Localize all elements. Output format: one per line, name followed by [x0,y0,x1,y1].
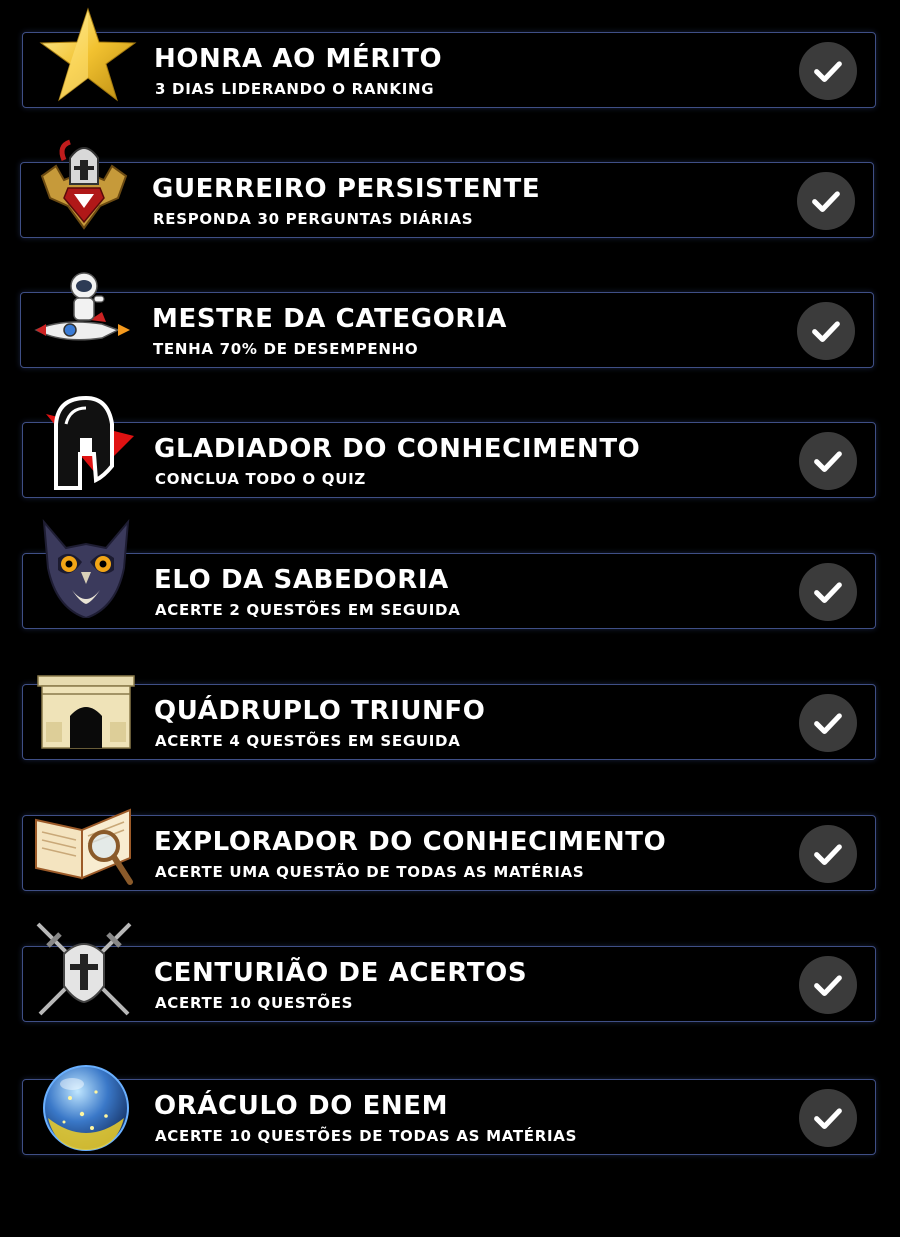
crystal-ball-icon [36,1058,136,1158]
completed-check-button[interactable] [799,825,857,883]
owl-icon [36,518,136,618]
achievement-title: GLADIADOR DO CONHECIMENTO [154,434,641,464]
achievement-title: CENTURIÃO DE ACERTOS [154,958,528,988]
achievement-title: QUÁDRUPLO TRIUNFO [154,696,486,726]
achievement-card-explorador-do-conhecimento[interactable]: EXPLORADOR DO CONHECIMENTO ACERTE UMA QU… [22,815,876,891]
achievement-subtitle: ACERTE UMA QUESTÃO DE TODAS AS MATÉRIAS [155,863,585,881]
achievement-title: ELO DA SABEDORIA [154,565,449,595]
completed-check-button[interactable] [799,694,857,752]
completed-check-button[interactable] [799,42,857,100]
astronaut-rocket-icon [32,264,132,364]
achievement-title: GUERREIRO PERSISTENTE [152,174,541,204]
achievement-title: HONRA AO MÉRITO [154,44,443,74]
checkmark-icon [812,321,840,343]
achievement-title: ORÁCULO DO ENEM [154,1091,449,1121]
checkmark-icon [814,1108,842,1130]
achievement-subtitle: ACERTE 4 QUESTÕES EM SEGUIDA [155,732,461,750]
achievement-subtitle: ACERTE 10 QUESTÕES DE TODAS AS MATÉRIAS [155,1127,578,1145]
completed-check-button[interactable] [799,563,857,621]
crossed-swords-helmet-icon [34,920,134,1020]
achievement-card-mestre-da-categoria[interactable]: MESTRE DA CATEGORIA TENHA 70% DE DESEMPE… [20,292,874,368]
knight-crest-icon [34,136,134,236]
checkmark-icon [814,582,842,604]
achievement-card-quadruplo-triunfo[interactable]: QUÁDRUPLO TRIUNFO ACERTE 4 QUESTÕES EM S… [22,684,876,760]
spartan-helmet-icon [36,394,136,494]
checkmark-icon [814,451,842,473]
achievement-subtitle: ACERTE 2 QUESTÕES EM SEGUIDA [155,601,461,619]
book-magnifier-icon [34,800,134,900]
achievement-card-oraculo-do-enem[interactable]: ORÁCULO DO ENEM ACERTE 10 QUESTÕES DE TO… [22,1079,876,1155]
achievement-title: MESTRE DA CATEGORIA [152,304,508,334]
completed-check-button[interactable] [797,302,855,360]
achievements-list: HONRA AO MÉRITO 3 DIAS LIDERANDO O RANKI… [0,0,900,1237]
completed-check-button[interactable] [797,172,855,230]
checkmark-icon [814,844,842,866]
achievement-subtitle: TENHA 70% DE DESEMPENHO [153,340,419,358]
achievement-card-centuriao-de-acertos[interactable]: CENTURIÃO DE ACERTOS ACERTE 10 QUESTÕES [22,946,876,1022]
completed-check-button[interactable] [799,956,857,1014]
checkmark-icon [812,191,840,213]
checkmark-icon [814,713,842,735]
completed-check-button[interactable] [799,1089,857,1147]
checkmark-icon [814,975,842,997]
achievement-card-honra-ao-merito[interactable]: HONRA AO MÉRITO 3 DIAS LIDERANDO O RANKI… [22,32,876,108]
achievement-subtitle: RESPONDA 30 PERGUNTAS DIÁRIAS [153,210,474,228]
checkmark-icon [814,61,842,83]
gold-star-icon [38,6,138,106]
achievement-card-guerreiro-persistente[interactable]: GUERREIRO PERSISTENTE RESPONDA 30 PERGUN… [20,162,874,238]
achievement-subtitle: ACERTE 10 QUESTÕES [155,994,354,1012]
achievement-subtitle: CONCLUA TODO O QUIZ [155,470,366,488]
completed-check-button[interactable] [799,432,857,490]
achievement-title: EXPLORADOR DO CONHECIMENTO [154,827,667,857]
triumphal-arch-icon [36,670,136,770]
achievement-card-elo-da-sabedoria[interactable]: ELO DA SABEDORIA ACERTE 2 QUESTÕES EM SE… [22,553,876,629]
achievement-card-gladiador-do-conhecimento[interactable]: GLADIADOR DO CONHECIMENTO CONCLUA TODO O… [22,422,876,498]
achievement-subtitle: 3 DIAS LIDERANDO O RANKING [155,80,435,98]
